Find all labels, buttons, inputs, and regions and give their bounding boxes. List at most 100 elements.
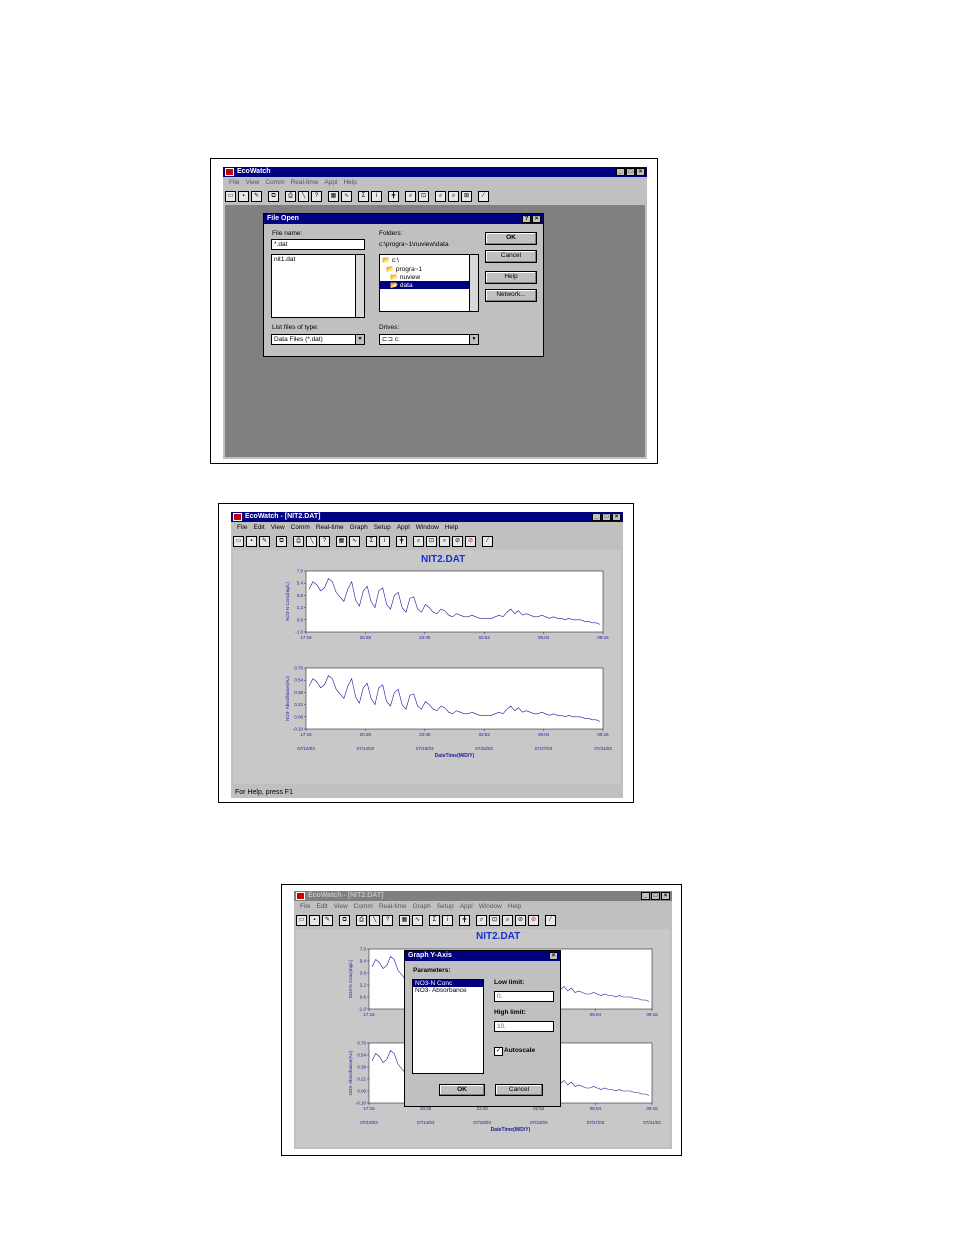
zoom-in-icon[interactable]: ⌕	[413, 535, 424, 547]
menu-view[interactable]: View	[271, 523, 285, 533]
chevron-down-icon[interactable]: ▼	[469, 335, 478, 344]
menu-file[interactable]: File	[229, 178, 239, 188]
menu-setup[interactable]: Setup	[437, 902, 454, 912]
axis-icon[interactable]: ╋	[396, 535, 407, 547]
help-pointer-icon[interactable]: ?	[382, 914, 393, 926]
list-item[interactable]: NO3- Absorbance	[413, 987, 483, 994]
folder-item[interactable]: 📂 progra~1	[380, 265, 478, 273]
cancel-button[interactable]: Cancel	[495, 1084, 543, 1096]
wand-icon[interactable]: ⁄	[478, 190, 489, 202]
dialog-close-icon[interactable]: ×	[532, 215, 541, 223]
folder-item[interactable]: 📂 nuview	[380, 273, 478, 281]
help-button[interactable]: Help	[485, 271, 537, 284]
list-item-selected[interactable]: NO3-N Conc	[413, 980, 483, 987]
menu-view[interactable]: View	[334, 902, 348, 912]
chevron-down-icon[interactable]: ▼	[355, 335, 364, 344]
menu-appl[interactable]: Appl	[324, 178, 337, 188]
zoom-reset-icon[interactable]: ⊘	[515, 914, 526, 926]
table-icon[interactable]: ▦	[399, 914, 410, 926]
graph-icon[interactable]: ∿	[412, 914, 423, 926]
menu-file[interactable]: File	[237, 523, 247, 533]
file-list[interactable]: nit1.dat	[271, 254, 365, 318]
folder-tree[interactable]: 📂 c:\ 📂 progra~1 📂 nuview 📂 data	[379, 254, 479, 312]
folder-item-selected[interactable]: 📂 data	[380, 281, 469, 289]
info-icon[interactable]: i	[442, 914, 453, 926]
print-icon[interactable]: ⎙	[285, 190, 296, 202]
maximize-button[interactable]: □	[626, 168, 635, 176]
close-button[interactable]: ×	[612, 513, 621, 521]
wand-icon[interactable]: ⁄	[482, 535, 493, 547]
dialog-help-icon[interactable]: ?	[522, 215, 531, 223]
table-icon[interactable]: ▦	[336, 535, 347, 547]
axis-icon[interactable]: ╋	[388, 190, 399, 202]
minimize-button[interactable]: _	[592, 513, 601, 521]
menu-appl[interactable]: Appl	[397, 523, 410, 533]
menu-file[interactable]: File	[300, 902, 310, 912]
menu-edit[interactable]: Edit	[316, 902, 327, 912]
cancel-button[interactable]: Cancel	[485, 250, 537, 263]
menu-help[interactable]: Help	[508, 902, 521, 912]
menu-comm[interactable]: Comm	[354, 902, 373, 912]
pen-icon[interactable]: ╲	[369, 914, 380, 926]
copy-icon[interactable]: ⧉	[339, 914, 350, 926]
zoom-out-icon[interactable]: ⌕	[439, 535, 450, 547]
save-icon[interactable]: ▪	[238, 190, 249, 202]
stop-icon[interactable]: ⊘	[528, 914, 539, 926]
close-button[interactable]: ×	[636, 168, 645, 176]
edit-icon[interactable]: ✎	[251, 190, 262, 202]
ok-button[interactable]: OK	[485, 232, 537, 245]
menu-appl[interactable]: Appl	[460, 902, 473, 912]
minimize-button[interactable]: _	[616, 168, 625, 176]
network-button[interactable]: Network...	[485, 289, 537, 302]
menu-edit[interactable]: Edit	[253, 523, 264, 533]
close-button[interactable]: ×	[661, 892, 670, 900]
menu-window[interactable]: Window	[479, 902, 502, 912]
zoom-full-icon[interactable]: ⊠	[461, 190, 472, 202]
zoom-box-icon[interactable]: ⊡	[489, 914, 500, 926]
open-icon[interactable]: ▭	[225, 190, 236, 202]
zoom-box-icon[interactable]: ⊡	[426, 535, 437, 547]
menu-setup[interactable]: Setup	[374, 523, 391, 533]
file-name-input[interactable]: *.dat	[271, 239, 365, 250]
edit-icon[interactable]: ✎	[259, 535, 270, 547]
axis-icon[interactable]: ╋	[459, 914, 470, 926]
menu-window[interactable]: Window	[416, 523, 439, 533]
drives-select[interactable]: ⊏⊐ c: ▼	[379, 334, 479, 345]
folder-item[interactable]: 📂 c:\	[380, 255, 478, 265]
info-icon[interactable]: i	[371, 190, 382, 202]
zoom-in-icon[interactable]: ⌕	[405, 190, 416, 202]
zoom-out-icon[interactable]: ⌕	[435, 190, 446, 202]
graph-icon[interactable]: ∿	[341, 190, 352, 202]
edit-icon[interactable]: ✎	[322, 914, 333, 926]
minimize-button[interactable]: _	[641, 892, 650, 900]
copy-icon[interactable]: ⧉	[276, 535, 287, 547]
pen-icon[interactable]: ╲	[298, 190, 309, 202]
help-pointer-icon[interactable]: ?	[319, 535, 330, 547]
menu-realtime[interactable]: Real-time	[379, 902, 407, 912]
file-list-scrollbar[interactable]	[355, 255, 364, 317]
list-type-select[interactable]: Data Files (*.dat) ▼	[271, 334, 365, 345]
wand-icon[interactable]: ⁄	[545, 914, 556, 926]
print-icon[interactable]: ⎙	[293, 535, 304, 547]
pen-icon[interactable]: ╲	[306, 535, 317, 547]
menu-view[interactable]: View	[245, 178, 259, 188]
print-icon[interactable]: ⎙	[356, 914, 367, 926]
sigma-icon[interactable]: Σ	[429, 914, 440, 926]
parameters-list[interactable]: NO3-N Conc NO3- Absorbance	[412, 979, 484, 1074]
open-icon[interactable]: ▭	[233, 535, 244, 547]
autoscale-checkbox[interactable]: ✓	[494, 1047, 503, 1056]
sigma-icon[interactable]: Σ	[366, 535, 377, 547]
dialog-close-icon[interactable]: ×	[549, 952, 558, 960]
menu-realtime[interactable]: Real-time	[291, 178, 319, 188]
save-icon[interactable]: ▪	[309, 914, 320, 926]
menu-graph[interactable]: Graph	[350, 523, 368, 533]
ok-button[interactable]: OK	[439, 1084, 485, 1096]
zoom-in-icon[interactable]: ⌕	[476, 914, 487, 926]
low-limit-input[interactable]: 0.	[494, 991, 554, 1002]
save-icon[interactable]: ▪	[246, 535, 257, 547]
menu-help[interactable]: Help	[445, 523, 458, 533]
info-icon[interactable]: i	[379, 535, 390, 547]
zoom-box-icon[interactable]: ⊡	[418, 190, 429, 202]
high-limit-input[interactable]: 10.	[494, 1021, 554, 1032]
menu-realtime[interactable]: Real-time	[316, 523, 344, 533]
